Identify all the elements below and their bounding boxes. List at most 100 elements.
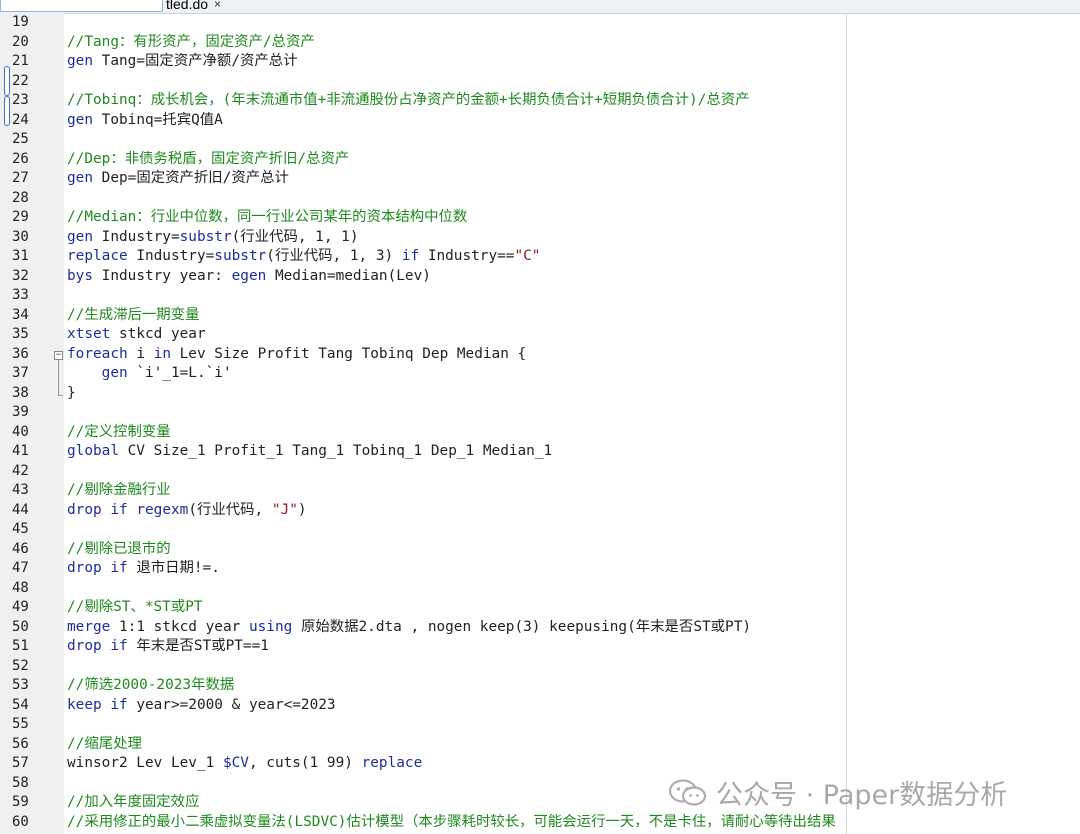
code-token: (行业代码, 1, 3) (266, 248, 402, 264)
line-number: 43 (12, 482, 29, 498)
code-token: if (110, 638, 128, 654)
fold-toggle-icon[interactable]: − (54, 351, 63, 360)
code-token: Industry= (93, 228, 180, 245)
code-line[interactable]: } (67, 384, 1080, 404)
code-line[interactable] (67, 403, 1080, 423)
code-line[interactable]: keep if year>=2000 & year<=2023 (67, 696, 1080, 716)
code-token: //筛选2000-2023年数据 (67, 677, 235, 693)
code-line[interactable]: drop if 年末是否ST或PT==1 (67, 637, 1080, 657)
tab-active[interactable]: tled.do × (166, 0, 221, 12)
code-line[interactable]: //剔除已退市的 (67, 540, 1080, 560)
code-line[interactable] (67, 189, 1080, 209)
code-line[interactable]: bys Industry year: egen Median=median(Le… (67, 267, 1080, 287)
code-token: drop (67, 501, 102, 518)
line-number: 21 (12, 53, 29, 69)
code-token: foreach (67, 345, 128, 362)
code-editor[interactable]: //Tang：有形资产，固定资产/总资产 gen Tang=固定资产净额/资产总计… (67, 13, 1080, 832)
code-line[interactable] (67, 579, 1080, 599)
code-token: //生成滞后一期变量 (67, 306, 200, 323)
code-line[interactable] (67, 520, 1080, 540)
line-number: 26 (12, 150, 29, 167)
line-number: 51 (12, 638, 29, 654)
code-line[interactable]: //定义控制变量 (67, 423, 1080, 443)
code-line[interactable]: //筛选2000-2023年数据 (67, 676, 1080, 696)
line-number: 54 (12, 696, 29, 713)
code-token: "C" (514, 248, 541, 264)
code-token: in (153, 345, 171, 362)
code-line[interactable]: //缩尾处理 (67, 735, 1080, 755)
code-line[interactable]: //生成滞后一期变量 (67, 306, 1080, 326)
code-token: //定义控制变量 (67, 423, 171, 440)
code-token: gen (67, 170, 93, 186)
code-line[interactable]: //Median：行业中位数，同一行业公司某年的资本结构中位数 (67, 208, 1080, 228)
line-number: 23 (12, 92, 29, 108)
code-line[interactable]: gen Dep=固定资产折旧/资产总计 (67, 169, 1080, 189)
code-token: , cuts(1 99) (248, 755, 362, 771)
fold-guide-end (58, 395, 63, 396)
code-line[interactable]: drop if 退市日期!=. (67, 559, 1080, 579)
line-number: 28 (12, 189, 29, 206)
code-token: drop (67, 560, 102, 576)
line-number: 58 (12, 774, 29, 791)
line-number: 30 (12, 228, 29, 245)
code-line[interactable]: //Tobinq：成长机会，(年末流通市值+非流通股份占净资产的金额+长期负债合… (67, 91, 1080, 111)
code-line[interactable]: //Tang：有形资产，固定资产/总资产 (67, 33, 1080, 53)
code-token: if (401, 248, 420, 264)
code-line[interactable]: gen Industry=substr(行业代码, 1, 1) (67, 228, 1080, 248)
code-line[interactable]: foreach i in Lev Size Profit Tang Tobinq… (67, 345, 1080, 365)
code-token: replace (361, 755, 423, 771)
line-number-column: 19 20 21 22 23 24 25 26 27 28 29 30 31 32 33 34 35 36 37 38… (0, 13, 40, 832)
code-line[interactable] (67, 130, 1080, 150)
code-line[interactable]: gen `i'_1=L.`i' (67, 364, 1080, 384)
code-line[interactable]: //剔除金融行业 (67, 481, 1080, 501)
code-token: replace (67, 248, 128, 264)
code-line[interactable]: global CV Size_1 Profit_1 Tang_1 Tobinq_… (67, 442, 1080, 462)
line-number: 34 (12, 306, 29, 323)
line-number: 52 (12, 657, 29, 674)
code-token: gen (101, 365, 128, 381)
code-token: xtset (67, 326, 111, 342)
code-token: substr (214, 248, 267, 264)
code-line[interactable]: gen Tobinq=托宾Q值A (67, 111, 1080, 131)
code-token: drop (67, 638, 102, 654)
code-token: egen (231, 267, 267, 284)
line-number: 36 (12, 345, 29, 362)
tab-inactive[interactable] (0, 0, 163, 12)
code-line[interactable]: gen Tang=固定资产净额/资产总计 (67, 52, 1080, 72)
code-token: 年末是否ST或PT==1 (127, 638, 269, 654)
code-line[interactable] (67, 72, 1080, 92)
code-token: keep (67, 696, 102, 713)
code-line[interactable]: drop if regexm(行业代码, "J") (67, 501, 1080, 521)
code-token: ) (297, 501, 307, 518)
code-token: 退市日期!=. (127, 560, 220, 576)
code-line[interactable] (67, 13, 1080, 33)
code-line[interactable]: merge 1:1 stkcd year using 原始数据2.dta , n… (67, 618, 1080, 638)
code-line[interactable] (67, 715, 1080, 735)
code-token: Industry year: (93, 267, 232, 284)
code-token: using (248, 618, 293, 635)
code-token: if (110, 560, 128, 576)
code-line[interactable]: //Dep：非债务税盾，固定资产折旧/总资产 (67, 150, 1080, 170)
code-token: Dep=固定资产折旧/资产总计 (93, 170, 289, 186)
code-line[interactable]: xtset stkcd year (67, 325, 1080, 345)
tab-bar: tled.do × (0, 0, 1080, 14)
code-line[interactable] (67, 657, 1080, 677)
code-line[interactable]: winsor2 Lev Lev_1 $CV, cuts(1 99) replac… (67, 754, 1080, 774)
code-line[interactable]: replace Industry=substr(行业代码, 1, 3) if I… (67, 247, 1080, 267)
line-number: 20 (12, 33, 29, 50)
code-line[interactable] (67, 462, 1080, 482)
code-line[interactable]: //剔除ST、*ST或PT (67, 598, 1080, 618)
code-line[interactable] (67, 286, 1080, 306)
code-line[interactable]: //采用修正的最小二乘虚拟变量法(LSDVC)估计模型（本步骤耗时较长，可能会运… (67, 813, 1080, 833)
code-token: //剔除金融行业 (67, 482, 171, 498)
code-token: Tang=固定资产净额/资产总计 (93, 53, 298, 69)
line-number: 40 (12, 423, 29, 440)
line-number: 48 (12, 579, 29, 596)
line-number: 31 (12, 248, 29, 264)
line-number: 56 (12, 735, 29, 752)
tab-close-icon[interactable]: × (214, 0, 221, 11)
line-number: 42 (12, 462, 29, 479)
line-number: 49 (12, 599, 29, 615)
code-token: //Tobinq：成长机会，(年末流通市值+非流通股份占净资产的金额+长期负债合… (67, 92, 750, 108)
code-token: //加入年度固定效应 (67, 794, 200, 810)
